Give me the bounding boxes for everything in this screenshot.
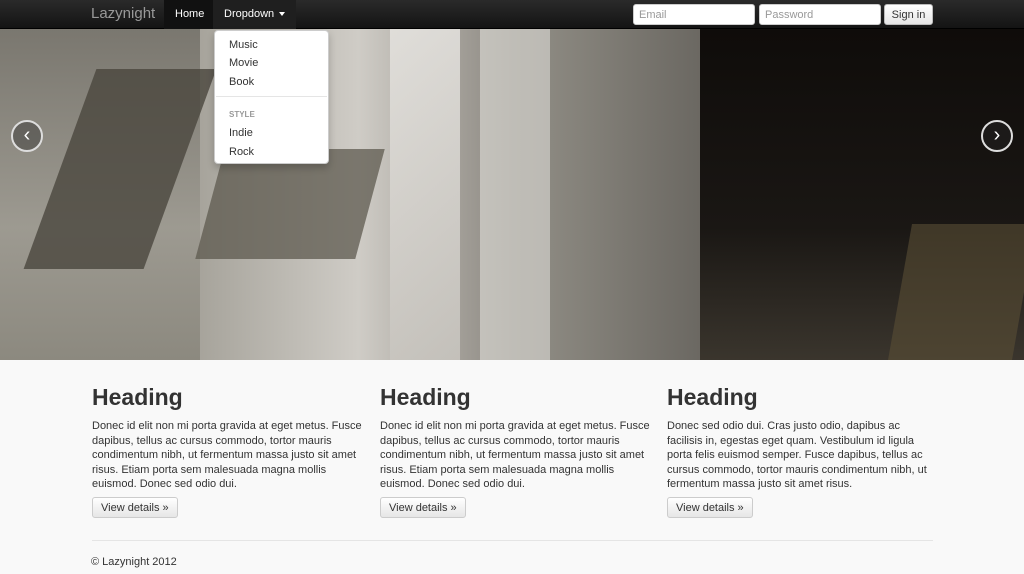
carousel-image-shape: [888, 224, 1024, 360]
column-text: Donec sed odio dui. Cras justo odio, dap…: [667, 420, 927, 490]
content-column-3: Heading Donec sed odio dui. Cras justo o…: [667, 383, 937, 518]
menu-item-music[interactable]: Music: [229, 39, 258, 51]
view-details-button[interactable]: View details »: [667, 497, 753, 518]
nav-dropdown-label: Dropdown: [224, 8, 275, 20]
menu-item-book[interactable]: Book: [229, 76, 254, 88]
column-heading: Heading: [667, 384, 758, 410]
column-text: Donec id elit non mi porta gravida at eg…: [380, 420, 650, 490]
carousel-prev-icon[interactable]: ‹: [11, 120, 43, 152]
menu-divider: [216, 96, 327, 97]
brand-logo[interactable]: Lazynight: [91, 5, 155, 22]
column-heading: Heading: [380, 384, 471, 410]
caret-down-icon: [279, 12, 286, 17]
carousel-image-shape: [195, 149, 385, 259]
menu-item-indie[interactable]: Indie: [229, 127, 253, 139]
nav-home-link[interactable]: Home: [164, 0, 216, 29]
signin-button[interactable]: Sign in: [884, 4, 933, 25]
password-field[interactable]: [759, 4, 881, 25]
content-column-2: Heading Donec id elit non mi porta gravi…: [380, 383, 650, 518]
dropdown-menu: Music Movie Book STYLE Indie Rock: [214, 30, 329, 164]
carousel-image-shape: [550, 29, 700, 360]
content-column-1: Heading Donec id elit non mi porta gravi…: [92, 383, 362, 518]
view-details-button[interactable]: View details »: [92, 497, 178, 518]
carousel-image-shape: [390, 29, 460, 360]
menu-header-style: STYLE: [229, 110, 255, 119]
carousel: ‹ ›: [0, 29, 1024, 360]
menu-item-rock[interactable]: Rock: [229, 146, 254, 158]
column-heading: Heading: [92, 384, 183, 410]
nav-dropdown-toggle[interactable]: Dropdown: [213, 0, 297, 29]
menu-item-movie[interactable]: Movie: [229, 57, 258, 69]
carousel-image-shape: [480, 29, 550, 360]
footer-copyright: © Lazynight 2012: [91, 556, 177, 568]
navbar: Lazynight Home Dropdown Sign in: [0, 0, 1024, 29]
view-details-button[interactable]: View details »: [380, 497, 466, 518]
carousel-next-icon[interactable]: ›: [981, 120, 1013, 152]
email-field[interactable]: [633, 4, 755, 25]
footer-divider: [92, 540, 933, 541]
column-text: Donec id elit non mi porta gravida at eg…: [92, 420, 362, 490]
